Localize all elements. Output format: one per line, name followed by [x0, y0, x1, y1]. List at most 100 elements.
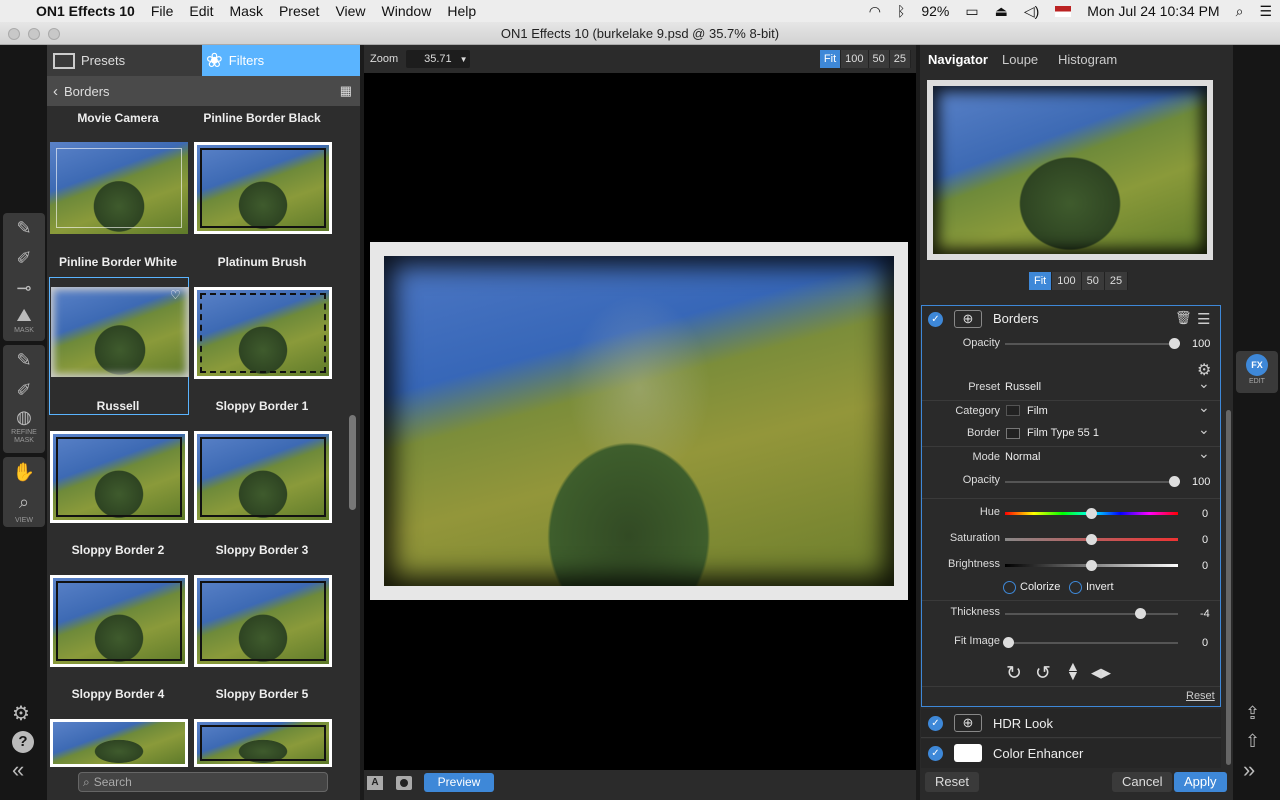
thumb-pinline-border-black[interactable] — [194, 142, 332, 234]
wifi-icon[interactable]: ◠ — [869, 3, 881, 20]
flip-horizontal-icon[interactable]: ◀▶ — [1091, 665, 1111, 681]
thumb-next-2[interactable] — [194, 719, 332, 767]
gradient-mask-icon[interactable]: ⊸ — [3, 273, 45, 303]
minimize-window-button[interactable] — [28, 28, 40, 40]
zoom-100-button[interactable]: 100 — [841, 50, 869, 68]
tab-navigator[interactable]: Navigator — [928, 52, 988, 67]
mode-value[interactable]: Normal — [1005, 451, 1040, 463]
chisel-icon[interactable]: ✐ — [3, 375, 45, 405]
colorize-radio[interactable] — [1003, 581, 1016, 594]
filter-enable-checkmark-icon[interactable]: ✓ — [928, 312, 943, 327]
hdr-look-add-mask-icon[interactable]: ⊕ — [954, 714, 982, 732]
cancel-button[interactable]: Cancel — [1112, 772, 1173, 792]
clock[interactable]: Mon Jul 24 10:34 PM — [1087, 3, 1219, 19]
opacity-slider[interactable] — [1005, 338, 1180, 349]
blur-icon[interactable]: ◍ — [3, 405, 45, 429]
export-icon[interactable]: ⇧ — [1245, 731, 1260, 752]
main-image[interactable] — [370, 242, 908, 600]
filter-stack-scrollbar[interactable] — [1226, 410, 1231, 765]
thumb-sloppy-border-3[interactable] — [194, 431, 332, 523]
menu-preset[interactable]: Preset — [271, 3, 327, 19]
breadcrumb[interactable]: ‹ Borders ▦ — [47, 76, 360, 106]
thumb-sloppy-border-1[interactable] — [194, 287, 332, 379]
thumb-russell[interactable] — [51, 287, 189, 377]
menu-view[interactable]: View — [327, 3, 373, 19]
rotate-left-icon[interactable]: ↺ — [1035, 662, 1051, 685]
volume-icon[interactable]: ◁) — [1024, 3, 1039, 20]
thumb-movie-camera[interactable] — [50, 142, 188, 234]
filter-menu-icon[interactable]: ☰ — [1197, 310, 1210, 328]
tab-filters[interactable]: ❀ Filters — [202, 45, 360, 76]
menu-help[interactable]: Help — [439, 3, 484, 19]
hdr-look-enable-checkmark-icon[interactable]: ✓ — [928, 716, 943, 731]
menu-window[interactable]: Window — [374, 3, 440, 19]
color-enhancer-enable-checkmark-icon[interactable]: ✓ — [928, 746, 943, 761]
tab-presets[interactable]: Presets — [47, 45, 202, 76]
trash-icon[interactable]: 🗑 — [1175, 310, 1192, 326]
color-enhancer-mask-thumbnail[interactable] — [954, 744, 982, 762]
mask-brush-icon[interactable]: ✎ — [3, 213, 45, 243]
zoom-fit-button[interactable]: Fit — [819, 50, 842, 68]
nav-zoom-25-button[interactable]: 25 — [1104, 272, 1129, 290]
hand-icon[interactable]: ✋ — [3, 457, 45, 487]
help-icon[interactable]: ? — [12, 731, 34, 753]
blend-opacity-slider[interactable] — [1005, 476, 1180, 487]
thumb-sloppy-border-2[interactable] — [50, 431, 188, 523]
apply-button[interactable]: Apply — [1174, 772, 1227, 792]
close-window-button[interactable] — [8, 28, 20, 40]
navigator-preview[interactable] — [927, 80, 1213, 260]
thumb-sloppy-border-4[interactable] — [50, 575, 188, 667]
brightness-slider[interactable] — [1005, 560, 1178, 571]
mask-brush-alt-icon[interactable]: ✐ — [3, 243, 45, 273]
zoom-icon[interactable]: ⌕ — [3, 487, 45, 517]
hue-slider[interactable] — [1005, 508, 1178, 519]
search-input[interactable]: ⌕ Search — [78, 772, 328, 792]
reset-filter-link[interactable]: Reset — [1186, 690, 1215, 702]
menu-app[interactable]: ON1 Effects 10 — [28, 3, 143, 19]
preview-button[interactable]: Preview — [424, 773, 494, 792]
notification-center-icon[interactable]: ☰ — [1259, 3, 1272, 20]
zoom-window-button[interactable] — [48, 28, 60, 40]
eject-icon[interactable]: ⏏ — [995, 3, 1008, 20]
zoom-25-button[interactable]: 25 — [889, 50, 911, 68]
border-value[interactable]: Film Type 55 1 — [1027, 427, 1099, 439]
nav-zoom-50-button[interactable]: 50 — [1081, 272, 1105, 290]
browser-scrollbar[interactable] — [349, 415, 356, 510]
nav-zoom-100-button[interactable]: 100 — [1052, 272, 1082, 290]
add-mask-icon[interactable]: ⊕ — [954, 310, 982, 328]
tab-loupe[interactable]: Loupe — [1002, 52, 1038, 67]
menu-mask[interactable]: Mask — [222, 3, 271, 19]
favorite-heart-icon[interactable]: ♡ — [170, 288, 181, 302]
tab-histogram[interactable]: Histogram — [1058, 52, 1117, 67]
mask-view-icon[interactable] — [396, 776, 412, 790]
mode-chevron-down-icon[interactable]: ⌄ — [1198, 445, 1210, 462]
collapse-left-icon[interactable]: « — [12, 757, 24, 783]
rotate-right-icon[interactable]: ↻ — [1006, 662, 1022, 685]
flag-icon[interactable] — [1055, 5, 1072, 17]
edit-module-button[interactable]: FX EDIT — [1236, 351, 1278, 393]
preset-chevron-down-icon[interactable]: ⌄ — [1198, 375, 1210, 392]
reset-all-button[interactable]: Reset — [925, 772, 979, 792]
refine-brush-icon[interactable]: ✎ — [3, 345, 45, 375]
collapse-right-icon[interactable]: » — [1243, 757, 1255, 783]
flip-vertical-icon[interactable]: ▲ ▼ — [1066, 659, 1080, 682]
thumb-sloppy-border-5[interactable] — [194, 575, 332, 667]
grid-view-icon[interactable]: ▦ — [340, 83, 352, 99]
zoom-field[interactable]: 35.71 ▼ — [406, 50, 471, 68]
thumb-next-1[interactable] — [50, 719, 188, 767]
preset-value[interactable]: Russell — [1005, 381, 1041, 393]
border-chevron-down-icon[interactable]: ⌄ — [1198, 421, 1210, 438]
category-value[interactable]: Film — [1027, 405, 1048, 417]
mask-icon[interactable]: ⛰ — [3, 303, 45, 327]
invert-radio[interactable] — [1069, 581, 1082, 594]
category-chevron-down-icon[interactable]: ⌄ — [1198, 399, 1210, 416]
nav-zoom-fit-button[interactable]: Fit — [1029, 272, 1053, 290]
battery-icon[interactable]: ▭ — [965, 3, 978, 20]
zoom-50-button[interactable]: 50 — [868, 50, 890, 68]
saturation-slider[interactable] — [1005, 534, 1178, 545]
spotlight-icon[interactable]: ⌕ — [1236, 3, 1244, 20]
menu-file[interactable]: File — [143, 3, 182, 19]
menu-edit[interactable]: Edit — [181, 3, 221, 19]
back-chevron-icon[interactable]: ‹ — [53, 83, 58, 100]
thickness-slider[interactable] — [1005, 608, 1178, 619]
